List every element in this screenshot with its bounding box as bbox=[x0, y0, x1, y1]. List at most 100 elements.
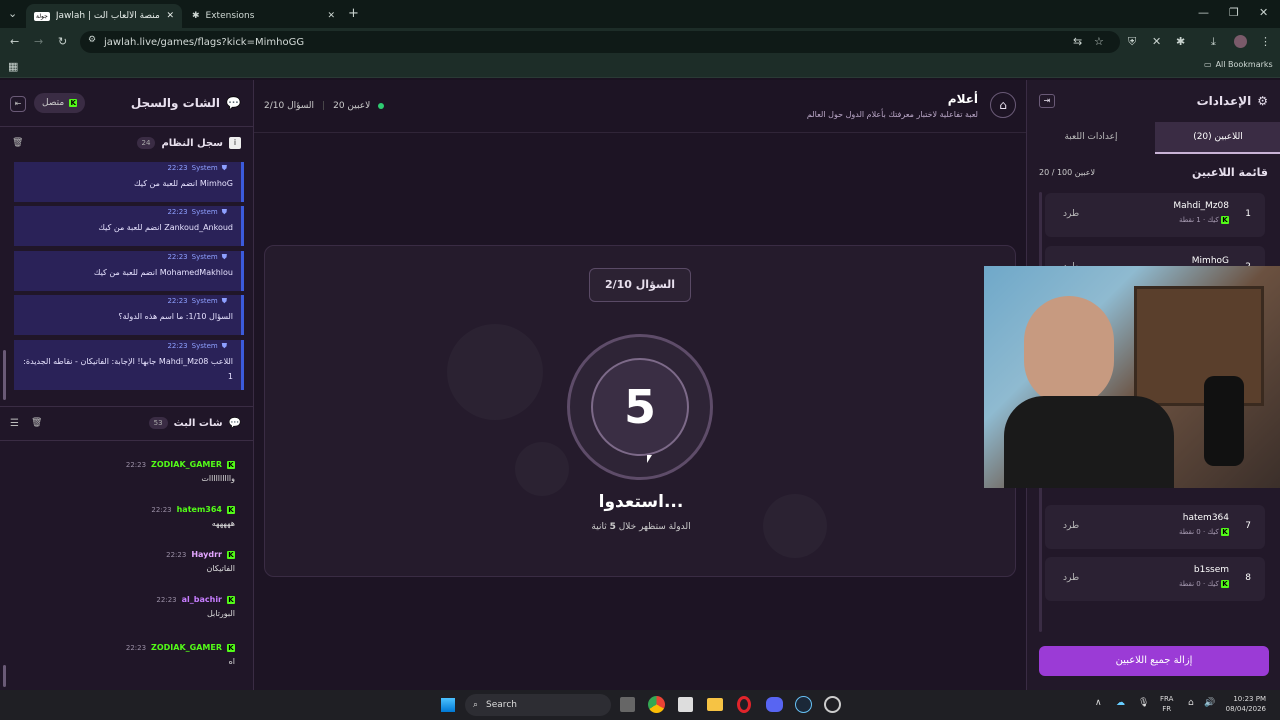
bookmark-star-icon[interactable]: ☆ bbox=[1094, 35, 1104, 48]
chat-username[interactable]: hatem364 bbox=[177, 505, 222, 514]
settings-title-text: الإعدادات bbox=[1196, 94, 1252, 108]
kick-player-button[interactable]: طرد bbox=[1063, 573, 1079, 583]
tray-chevron-icon[interactable]: ∧ bbox=[1095, 698, 1102, 708]
player-points: 0 نقطة bbox=[1179, 580, 1201, 588]
chat-username[interactable]: Haydrr bbox=[191, 550, 222, 559]
clock-time: 10:23 PM bbox=[1233, 695, 1266, 703]
minimize-icon[interactable]: — bbox=[1198, 6, 1209, 19]
trash-icon[interactable]: 🗑 bbox=[12, 138, 23, 148]
extensions-icon[interactable]: ✱ bbox=[1176, 35, 1185, 48]
collapse-panel-icon[interactable]: ⇥ bbox=[1039, 94, 1055, 108]
hint-suffix: ثانية bbox=[591, 522, 607, 532]
player-name: hatem364 bbox=[1182, 513, 1229, 523]
all-bookmarks[interactable]: ▭ All Bookmarks bbox=[1204, 60, 1273, 69]
start-icon[interactable] bbox=[441, 698, 455, 712]
apps-grid-icon[interactable]: ▦ bbox=[8, 60, 18, 73]
folder-icon: ▭ bbox=[1204, 60, 1212, 69]
snipping-tool-icon[interactable] bbox=[678, 697, 693, 712]
collapse-panel-icon[interactable]: ⇤ bbox=[10, 96, 26, 112]
stream-chat-header[interactable]: 💬 شات البث 53 bbox=[148, 417, 241, 429]
player-meta: K كيك · 0 نقطة bbox=[1179, 580, 1229, 588]
tab-list-icon[interactable]: ⌄ bbox=[8, 7, 17, 20]
kick-icon: K bbox=[1221, 216, 1229, 224]
game-status-bar: السؤال 2/10 | 20 لاعبين bbox=[264, 101, 385, 111]
url-bar[interactable]: ⚙ jawlah.live/games/flags?kick=MimhoGG bbox=[80, 31, 1120, 53]
chat-text: البورتابل bbox=[206, 609, 235, 618]
message-text: السؤال 1/10: ما اسم هذه الدولة؟ bbox=[118, 312, 233, 321]
info-icon: i bbox=[229, 137, 241, 149]
message-text: MohamedMakhlou انضم للعبة من كيك bbox=[93, 268, 233, 277]
chat-message: 22:23 ZODIAK_GAMER K اه bbox=[11, 643, 241, 673]
stream-chat-count: 53 bbox=[148, 417, 168, 429]
chat-scrollbar[interactable] bbox=[3, 665, 6, 687]
trash-icon[interactable]: 🗑 bbox=[31, 418, 42, 428]
reload-icon[interactable]: ↻ bbox=[58, 35, 67, 48]
shield-extension-icon[interactable]: ⛨ bbox=[1128, 35, 1136, 49]
language-indicator[interactable]: FRA FR bbox=[1160, 694, 1173, 714]
translate-icon[interactable]: ⇆ bbox=[1073, 35, 1082, 48]
shield-icon: ⛊ bbox=[221, 253, 227, 261]
taskbar-search[interactable]: ⌕ Search bbox=[465, 694, 611, 716]
discord-icon[interactable] bbox=[766, 697, 783, 712]
bookmarks-bar: ▦ ▭ All Bookmarks bbox=[0, 56, 1280, 78]
player-rank: 1 bbox=[1245, 209, 1251, 219]
site-info-icon[interactable]: ⚙ bbox=[88, 35, 96, 45]
online-dot-icon bbox=[378, 103, 385, 109]
kick-player-button[interactable]: طرد bbox=[1063, 521, 1079, 531]
tab-jawlah[interactable]: جولة Jawlah | جولة - منصة الألعاب الت...… bbox=[26, 4, 182, 28]
language-bottom: FR bbox=[1162, 705, 1172, 713]
network-icon[interactable]: ⌂ bbox=[1188, 698, 1194, 708]
question-badge: السؤال 2/10 bbox=[589, 268, 691, 302]
chrome-icon[interactable] bbox=[648, 696, 665, 713]
chat-time: 22:23 bbox=[125, 643, 147, 652]
forward-icon[interactable]: → bbox=[34, 35, 43, 48]
chat-username[interactable]: al_bachir bbox=[182, 595, 222, 604]
remove-all-players-button[interactable]: إزالة جميع اللاعبين bbox=[1039, 646, 1269, 676]
steam-icon[interactable] bbox=[795, 696, 812, 713]
clock[interactable]: 10:23 PM 08/04/2026 bbox=[1224, 694, 1266, 714]
tab-extensions[interactable]: ✱ Extensions ✕ bbox=[184, 4, 344, 28]
chat-username[interactable]: ZODIAK_GAMER bbox=[151, 460, 222, 469]
volume-icon[interactable]: 🔊 bbox=[1204, 698, 1215, 708]
message-meta: 22:23 System ⛊ bbox=[167, 253, 227, 262]
download-icon[interactable]: ⤓ bbox=[1211, 35, 1216, 49]
language-top: FRA bbox=[1160, 695, 1174, 703]
filter-icon[interactable]: ☰ bbox=[10, 418, 19, 429]
tab-players[interactable]: اللاعبين (20) bbox=[1155, 122, 1280, 154]
player-name: b1ssem bbox=[1193, 565, 1229, 575]
close-icon[interactable]: ✕ bbox=[328, 11, 336, 21]
log-scrollbar[interactable] bbox=[3, 350, 6, 400]
cloud-icon[interactable]: ☁ bbox=[1116, 698, 1125, 708]
shield-icon: ⛊ bbox=[221, 297, 227, 305]
message-text: اللاعب Mahdi_Mz08 جابها! الإجابة: الفاتي… bbox=[23, 357, 233, 381]
close-icon[interactable]: ✕ bbox=[166, 11, 174, 21]
profile-avatar[interactable] bbox=[1234, 35, 1247, 48]
status-text: متصل bbox=[42, 98, 65, 108]
microphone-tray-icon[interactable]: 🎙 bbox=[1138, 698, 1149, 708]
kick-extension-icon[interactable]: ✕ bbox=[1152, 35, 1161, 48]
kick-player-button[interactable]: طرد bbox=[1063, 209, 1079, 219]
kick-icon: K bbox=[1221, 580, 1229, 588]
menu-icon[interactable]: ⋮ bbox=[1260, 35, 1271, 48]
opera-icon[interactable] bbox=[737, 696, 751, 713]
window-close-icon[interactable]: ✕ bbox=[1259, 6, 1268, 19]
home-icon[interactable]: ⌂ bbox=[990, 92, 1016, 118]
app-icon[interactable] bbox=[824, 696, 841, 713]
system-log-header[interactable]: i سجل النظام 24 bbox=[136, 137, 241, 149]
stream-chat-title: شات البث bbox=[173, 417, 223, 429]
microphone-image bbox=[1204, 376, 1244, 466]
bookshelf-image bbox=[1134, 286, 1264, 406]
new-tab-icon[interactable]: + bbox=[348, 6, 359, 21]
hint-prefix: الدولة ستظهر خلال bbox=[618, 522, 691, 532]
tab-game-settings[interactable]: إعدادات اللعبة bbox=[1027, 122, 1155, 154]
jawlah-favicon: جولة bbox=[34, 11, 50, 21]
back-icon[interactable]: ← bbox=[10, 35, 19, 48]
restore-icon[interactable]: ❐ bbox=[1229, 6, 1239, 19]
chat-log-panel: ⇤ متصل K 💬 الشات والسجل 🗑 i سجل النظام 2… bbox=[0, 80, 254, 690]
chat-time: 22:23 bbox=[156, 595, 177, 604]
ready-text: استعدوا... bbox=[598, 492, 684, 512]
task-view-icon[interactable] bbox=[620, 697, 635, 712]
message-meta: 22:23 System ⛊ bbox=[167, 342, 227, 351]
chat-username[interactable]: ZODIAK_GAMER bbox=[151, 643, 222, 652]
file-explorer-icon[interactable] bbox=[707, 698, 723, 711]
